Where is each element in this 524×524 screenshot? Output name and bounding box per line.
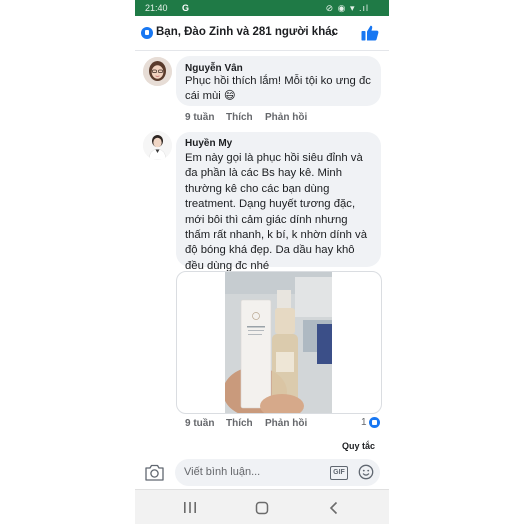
product-photo (223, 272, 332, 413)
signal-icons: ⊘ ◉ ▾ .ıl (325, 3, 369, 13)
phone-screen: 21:40 G ⊘ ◉ ▾ .ıl Bạn, Đào Zinh và 281 n… (135, 0, 389, 524)
like-link[interactable]: Thích (226, 418, 253, 429)
comment-text: Em này gọi là phục hồi siêu đỉnh và đa p… (185, 152, 367, 272)
reply-link[interactable]: Phản hồi (265, 112, 307, 123)
comment-bubble[interactable]: Huyền My Em này gọi là phục hồi siêu đỉn… (176, 132, 381, 272)
gif-icon[interactable]: GIF (330, 466, 348, 480)
system-nav-bar (135, 489, 389, 524)
avatar[interactable] (143, 131, 172, 160)
avatar[interactable] (143, 57, 172, 86)
reactions-summary[interactable]: Bạn, Đào Zinh và 281 người khác › (135, 16, 389, 51)
reaction-count[interactable]: 1 (361, 417, 367, 428)
home-icon[interactable] (255, 501, 269, 515)
comment-input[interactable]: Viết bình luận... GIF (175, 459, 380, 486)
like-reaction-icon (369, 417, 380, 428)
rules-link[interactable]: Quy tắc (342, 441, 375, 451)
like-reaction-icon (141, 27, 153, 39)
comment-composer: Viết bình luận... GIF (135, 455, 389, 489)
avatar-image (143, 57, 172, 86)
camera-icon[interactable] (145, 464, 164, 481)
thumbs-up-icon[interactable] (361, 25, 379, 41)
google-icon: G (182, 3, 190, 13)
comment-time: 9 tuần (185, 112, 215, 123)
status-bar: 21:40 G ⊘ ◉ ▾ .ıl (135, 0, 389, 16)
comment-author[interactable]: Huyền My (185, 138, 232, 149)
chevron-right-icon[interactable]: › (331, 24, 336, 40)
status-time: 21:40 (145, 3, 168, 13)
like-link[interactable]: Thích (226, 112, 253, 123)
comment-text: Phục hồi thích lắm! Mỗi tội ko ưng đc cá… (185, 75, 371, 103)
comment-time: 9 tuần (185, 418, 215, 429)
product-photo-art (223, 272, 332, 413)
reactions-text[interactable]: Bạn, Đào Zinh và 281 người khác (156, 26, 338, 38)
back-icon[interactable] (328, 501, 340, 515)
reply-link[interactable]: Phản hồi (265, 418, 307, 429)
comment-photo-attachment[interactable] (176, 271, 382, 414)
comment-author[interactable]: Nguyễn Vân (185, 63, 243, 74)
recent-apps-icon[interactable] (183, 501, 197, 514)
emoji-icon[interactable] (358, 464, 374, 480)
avatar-image (143, 131, 172, 160)
comment-bubble[interactable]: Nguyễn Vân Phục hồi thích lắm! Mỗi tội k… (176, 56, 381, 106)
comment-input-placeholder: Viết bình luận... (184, 466, 261, 478)
